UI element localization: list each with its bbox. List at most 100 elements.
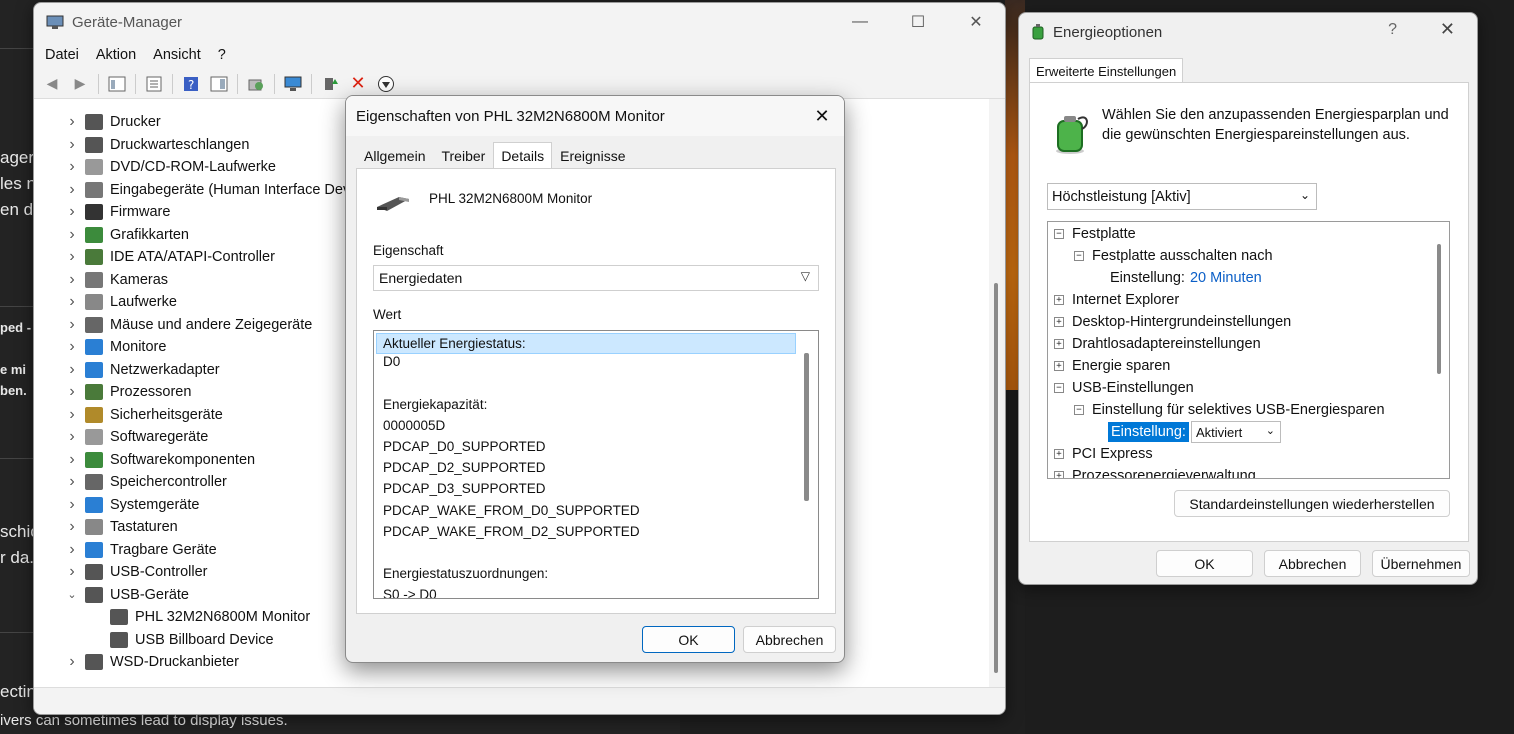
menu-aktion[interactable]: Aktion [96,47,136,63]
tree-item-desktop[interactable]: + Desktop-Hintergrundeinstellungen [1054,311,1291,333]
expand-icon[interactable]: + [1054,339,1064,349]
chevron-right-icon[interactable]: › [65,293,79,311]
chevron-right-icon[interactable]: › [65,158,79,176]
scan-hardware-icon[interactable] [245,74,267,94]
back-arrow-icon[interactable]: ◀ [41,74,63,94]
chevron-right-icon[interactable]: › [65,541,79,559]
chevron-right-icon[interactable]: › [65,518,79,536]
update-driver-icon[interactable] [319,74,341,94]
tree-item[interactable]: › Prozessoren [65,381,191,403]
expand-icon[interactable]: + [1054,317,1064,327]
tree-item[interactable]: ⌄ USB-Geräte [65,584,189,606]
chevron-right-icon[interactable]: › [65,316,79,334]
tree-item[interactable]: › Drucker [65,111,161,133]
apply-button[interactable]: Übernehmen [1372,550,1470,577]
tree-item[interactable]: › Grafikkarten [65,224,189,246]
tree-item[interactable]: › Monitore [65,336,166,358]
tree-item[interactable]: › Firmware [65,201,170,223]
chevron-right-icon[interactable]: › [65,113,79,131]
tree-item[interactable]: › WSD-Druckanbieter [65,651,239,673]
chevron-down-icon[interactable]: ⌄ [65,588,79,601]
tree-item-festplatte[interactable]: − Festplatte [1054,223,1136,245]
menu-ansicht[interactable]: Ansicht [153,47,201,63]
value-row[interactable]: Energiekapazität: [383,397,487,412]
chevron-right-icon[interactable]: › [65,563,79,581]
tree-item-usb[interactable]: − USB-Einstellungen [1054,377,1194,399]
chevron-right-icon[interactable]: › [65,473,79,491]
chevron-right-icon[interactable]: › [65,226,79,244]
tree-item-drahtlos[interactable]: + Drahtlosadaptereinstellungen [1054,333,1261,355]
tree-item[interactable]: › Kameras [65,269,168,291]
cancel-button[interactable]: Abbrechen [743,626,836,653]
tab-erweiterte-einstellungen[interactable]: Erweiterte Einstellungen [1029,58,1184,83]
tree-item-festplatte-aus[interactable]: − Festplatte ausschalten nach [1074,245,1273,267]
chevron-right-icon[interactable]: › [65,406,79,424]
tree-item[interactable]: › Tastaturen [65,516,178,538]
expand-icon[interactable]: + [1054,361,1064,371]
chevron-right-icon[interactable]: › [65,496,79,514]
tree-item[interactable]: › DVD/CD-ROM-Laufwerke [65,156,276,178]
help-icon[interactable]: ? [180,74,202,94]
value-row[interactable]: PDCAP_D2_SUPPORTED [383,460,546,475]
ok-button[interactable]: OK [642,626,735,653]
expand-icon[interactable]: + [1054,449,1064,459]
console-tree-icon[interactable] [106,74,128,94]
tree-item-internet-explorer[interactable]: + Internet Explorer [1054,289,1179,311]
tree-item-usb-selective[interactable]: − Einstellung für selektives USB-Energies… [1074,399,1385,421]
tab-details[interactable]: Details [493,142,553,168]
cancel-button[interactable]: Abbrechen [1264,550,1361,577]
chevron-right-icon[interactable]: › [65,383,79,401]
tree-item[interactable]: USB Billboard Device [110,629,274,651]
tree-item[interactable]: › Sicherheitsgeräte [65,404,223,426]
value-row[interactable]: Aktueller Energiestatus: [376,333,796,354]
tree-item-energie-sparen[interactable]: + Energie sparen [1054,355,1170,377]
minimize-button[interactable]: — [831,3,889,41]
chevron-right-icon[interactable]: › [65,428,79,446]
chevron-right-icon[interactable]: › [65,136,79,154]
download-icon[interactable] [375,74,397,94]
tab-allgemein[interactable]: Allgemein [356,144,433,168]
tree-item[interactable]: PHL 32M2N6800M Monitor [110,606,310,628]
action-pane-icon[interactable] [208,74,230,94]
tree-item-pci-express[interactable]: + PCI Express [1054,443,1153,465]
maximize-button[interactable]: ☐ [889,3,947,41]
close-button[interactable]: ✕ [1440,19,1455,40]
tree-item[interactable]: › Laufwerke [65,291,177,313]
collapse-icon[interactable]: − [1074,405,1084,415]
scrollbar-thumb[interactable] [1437,244,1441,374]
tree-item[interactable]: › Systemgeräte [65,494,199,516]
chevron-right-icon[interactable]: › [65,338,79,356]
tree-item[interactable]: › Eingabegeräte (Human Interface Dev [65,179,350,201]
collapse-icon[interactable]: − [1074,251,1084,261]
value-row[interactable]: D0 [383,354,400,369]
value-list[interactable]: Aktueller Energiestatus: D0 Energiekapazit… [373,330,819,599]
close-button[interactable]: ✕ [810,104,834,128]
forward-arrow-icon[interactable]: ▶ [69,74,91,94]
chevron-right-icon[interactable]: › [65,653,79,671]
value-row[interactable]: Energiestatuszuordnungen: [383,566,548,581]
menu-datei[interactable]: Datei [45,47,79,63]
value-row[interactable]: S0 -> D0 [383,587,437,598]
tree-item[interactable]: › Tragbare Geräte [65,539,217,561]
chevron-right-icon[interactable]: › [65,271,79,289]
property-select[interactable]: Energiedaten ▽ [373,265,819,291]
scrollbar-thumb[interactable] [804,353,809,501]
expand-icon[interactable]: + [1054,471,1064,478]
close-button[interactable]: ✕ [947,3,1005,41]
tree-item-prozessor[interactable]: + Prozessorenergieverwaltung [1054,465,1256,478]
collapse-icon[interactable]: − [1054,229,1064,239]
ok-button[interactable]: OK [1156,550,1253,577]
value-row[interactable]: 0000005D [383,418,445,433]
monitor-icon[interactable] [282,74,304,94]
tab-treiber[interactable]: Treiber [433,144,493,168]
menu-help[interactable]: ? [218,47,226,63]
chevron-right-icon[interactable]: › [65,451,79,469]
value-row[interactable]: PDCAP_WAKE_FROM_D0_SUPPORTED [383,503,640,518]
tree-item[interactable]: › Druckwarteschlangen [65,134,249,156]
chevron-right-icon[interactable]: › [65,181,79,199]
tree-item[interactable]: › Mäuse und andere Zeigegeräte [65,314,312,336]
chevron-right-icon[interactable]: › [65,248,79,266]
setting-value-link[interactable]: 20 Minuten [1190,270,1262,286]
tree-item[interactable]: › Softwarekomponenten [65,449,255,471]
scrollbar[interactable] [993,113,999,683]
